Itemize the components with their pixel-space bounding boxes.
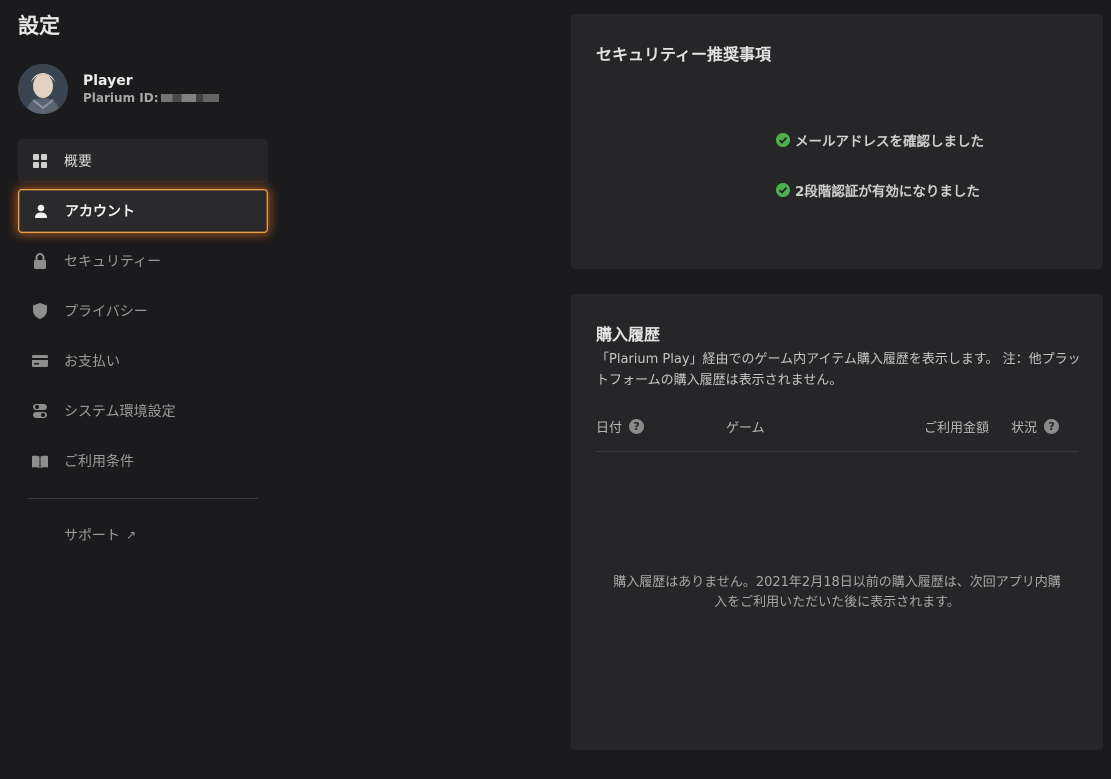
history-description: 「Plarium Play」経由でのゲーム内アイテム購入履歴を表示します。 注：…	[596, 352, 1081, 388]
sidebar-item-system-preferences[interactable]: システム環境設定	[18, 389, 268, 433]
column-game-label: ゲーム	[726, 420, 765, 436]
column-status: 状況 ?	[1011, 415, 1060, 437]
sidebar-item-payment[interactable]: お支払い	[18, 339, 268, 383]
sidebar-item-label: アカウント	[65, 204, 135, 220]
profile-id: Plarium ID:	[83, 90, 219, 106]
avatar	[18, 64, 68, 114]
redacted-id	[160, 94, 219, 102]
book-icon	[32, 453, 48, 469]
help-icon[interactable]: ?	[629, 418, 645, 434]
column-amount: ご利用金額	[924, 415, 989, 437]
external-arrow-icon: ↗	[126, 528, 137, 542]
nav-divider	[28, 498, 258, 499]
profile-id-label: Plarium ID:	[83, 91, 159, 105]
check-circle-icon	[776, 183, 790, 197]
sidebar-nav: 概要 アカウント セキュリティー プライバシー お支払い システム環境設定 ご利…	[18, 139, 268, 489]
sidebar-item-terms[interactable]: ご利用条件	[18, 439, 268, 483]
sidebar-item-label: システム環境設定	[64, 404, 176, 420]
purchase-history-card: 購入履歴 「Plarium Play」経由でのゲーム内アイテム購入履歴を表示しま…	[571, 294, 1103, 750]
user-icon	[33, 203, 49, 219]
check-circle-icon	[776, 133, 790, 147]
table-divider	[596, 451, 1078, 452]
column-amount-label: ご利用金額	[924, 420, 990, 436]
sidebar-item-label: お支払い	[64, 354, 120, 370]
recommendation-email-verified: メールアドレスを確認しました	[776, 130, 984, 150]
security-recommendations-card: セキュリティー推奨事項 メールアドレスを確認しました 2段階認証が有効になりまし…	[571, 14, 1103, 269]
security-card-title: セキュリティー推奨事項	[596, 45, 772, 64]
sidebar: 設定 Player Plarium ID: 概要 アカウント セキュリティー プ…	[0, 0, 290, 779]
sidebar-item-label: セキュリティー	[64, 254, 162, 270]
profile-name: Player	[83, 73, 133, 89]
history-table-header: 日付 ? ゲーム ご利用金額 状況 ?	[596, 415, 1078, 437]
sidebar-item-overview[interactable]: 概要	[18, 139, 268, 183]
history-empty-message: 購入履歴はありません。2021年2月18日以前の購入履歴は、次回アプリ内購入をご…	[613, 575, 1061, 610]
page-title: 設定	[18, 14, 60, 38]
recommendation-2fa-enabled: 2段階認証が有効になりました	[776, 180, 980, 200]
sidebar-item-label: 概要	[64, 154, 92, 170]
sidebar-item-label: プライバシー	[64, 304, 148, 320]
toggle-icon	[32, 403, 48, 419]
sidebar-item-account[interactable]: アカウント	[18, 189, 268, 233]
sidebar-item-security[interactable]: セキュリティー	[18, 239, 268, 283]
column-status-label: 状況	[1011, 420, 1038, 436]
recommendation-label: メールアドレスを確認しました	[795, 134, 984, 150]
credit-card-icon	[32, 353, 48, 369]
column-game: ゲーム	[726, 415, 765, 437]
column-date-label: 日付	[596, 420, 623, 436]
help-icon[interactable]: ?	[1044, 418, 1060, 434]
support-label: サポート	[64, 528, 120, 544]
profile: Player Plarium ID:	[18, 64, 219, 114]
support-link[interactable]: サポート ↗	[64, 525, 136, 545]
sidebar-item-label: ご利用条件	[64, 454, 134, 470]
recommendation-label: 2段階認証が有効になりました	[795, 184, 980, 200]
history-card-title: 購入履歴	[596, 325, 661, 344]
settings-app: 設定 Player Plarium ID: 概要 アカウント セキュリティー プ…	[0, 0, 1111, 779]
sidebar-item-privacy[interactable]: プライバシー	[18, 289, 268, 333]
lock-icon	[32, 253, 48, 269]
grid-icon	[32, 153, 48, 169]
column-date: 日付 ?	[596, 415, 645, 437]
shield-icon	[32, 303, 48, 319]
